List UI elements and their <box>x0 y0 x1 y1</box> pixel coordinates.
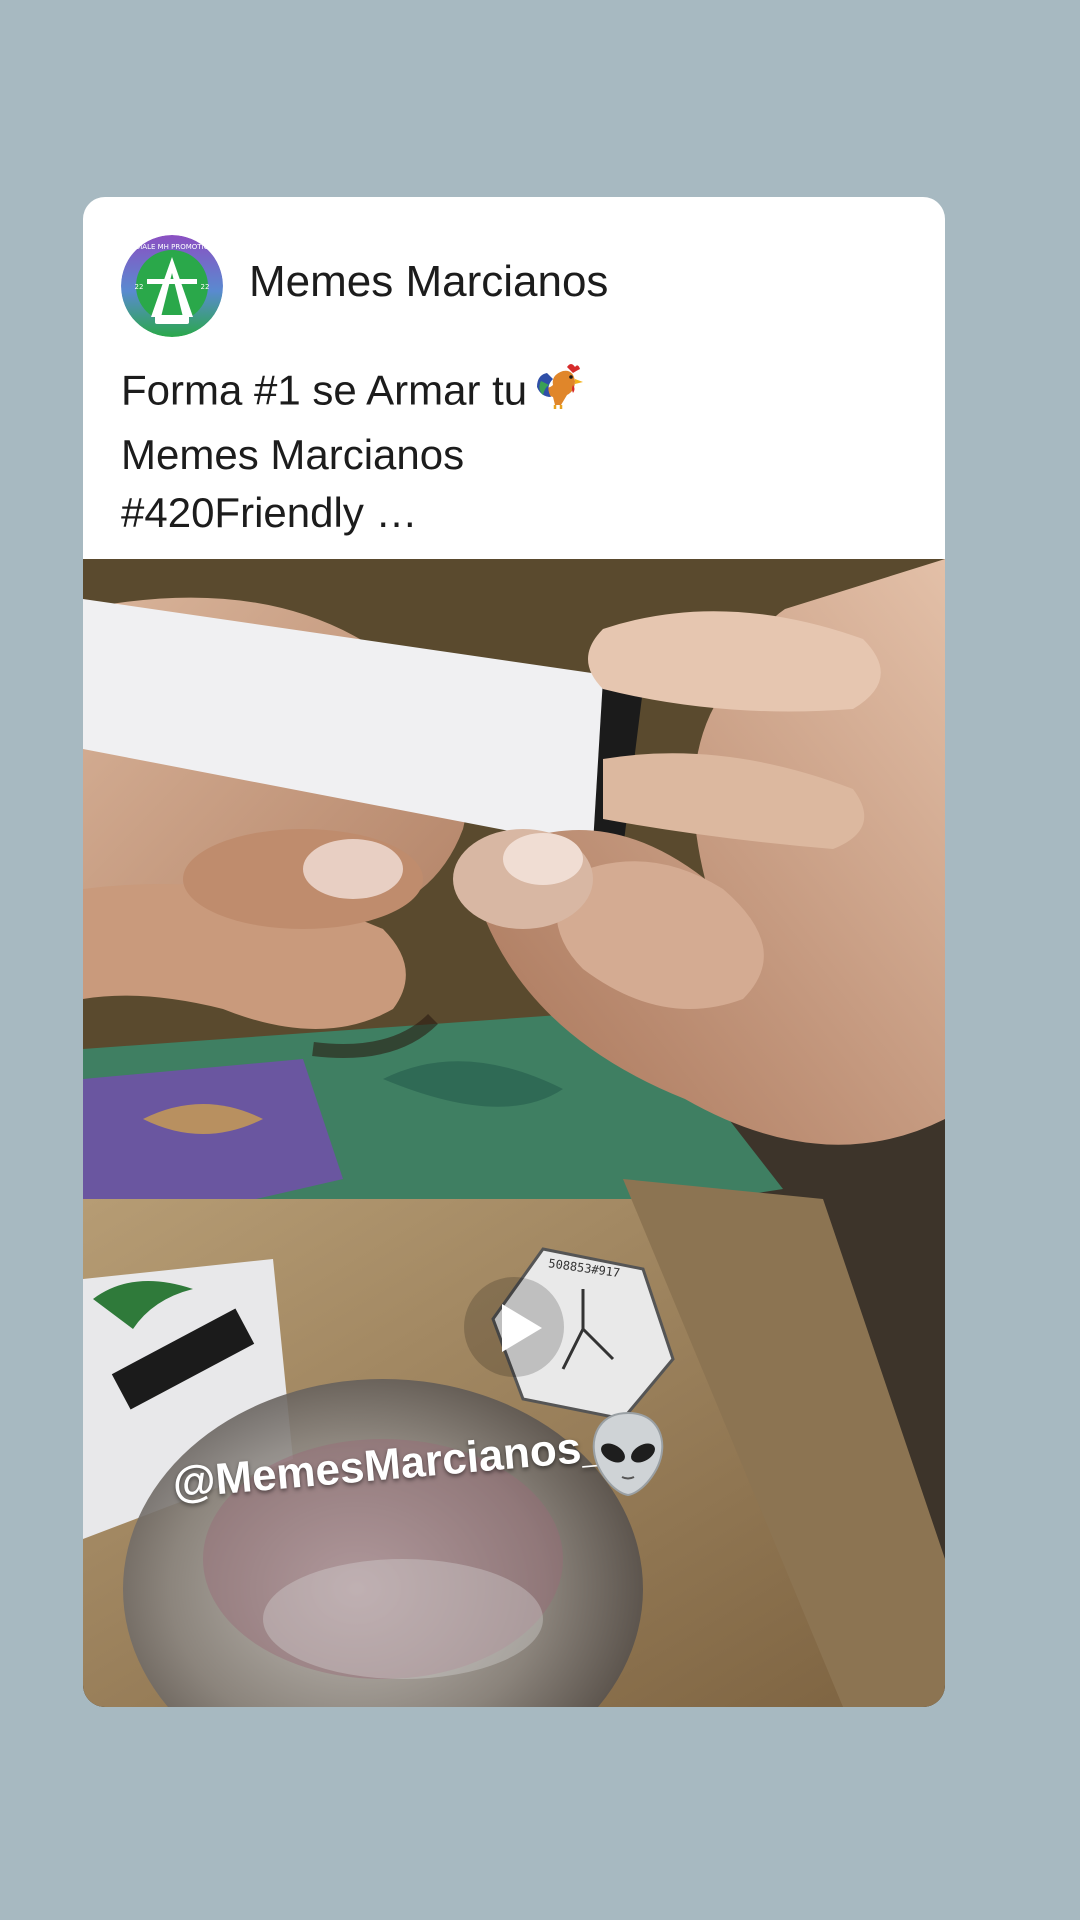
video-frame: 508853#917 <box>83 559 945 1707</box>
caption-text-1: Forma #1 se Armar tu <box>121 366 528 414</box>
caption-line-1: Forma #1 se Armar tu <box>121 361 901 426</box>
rooster-icon <box>533 361 585 426</box>
caption-line-3[interactable]: #420Friendly … <box>121 484 901 542</box>
avatar-side-right: 22 <box>201 283 210 291</box>
avatar-side-left: 22 <box>135 283 144 291</box>
alien-icon <box>588 1409 668 1504</box>
play-button[interactable] <box>464 1277 564 1377</box>
post-caption: Forma #1 se Armar tu Memes Marcianos #42… <box>121 361 901 542</box>
avatar-arc-text: DIALE MH PROMOTIO <box>135 243 210 251</box>
play-icon <box>502 1304 542 1352</box>
post-card[interactable]: DIALE MH PROMOTIO 22 22 Memes Marcianos … <box>83 197 945 1707</box>
author-name[interactable]: Memes Marcianos <box>249 257 608 307</box>
video-thumbnail[interactable]: 508853#917 @MemesMarcianos_ <box>83 559 945 1707</box>
post-header: DIALE MH PROMOTIO 22 22 Memes Marcianos … <box>83 197 945 559</box>
avatar[interactable]: DIALE MH PROMOTIO 22 22 <box>121 235 223 337</box>
caption-line-2: Memes Marcianos <box>121 431 465 478</box>
